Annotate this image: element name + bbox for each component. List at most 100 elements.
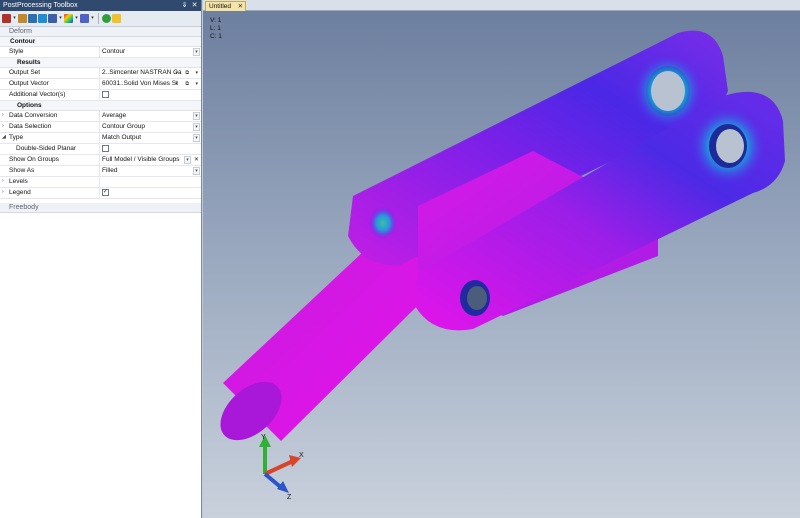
axis-z-label: Z [287, 494, 292, 501]
type-select[interactable]: Match Output ▾ [100, 133, 201, 143]
fe-model-contour-plot[interactable]: Y X Z [203, 11, 800, 518]
magic-wand-icon[interactable] [112, 14, 121, 23]
options-group-header[interactable]: Options [0, 101, 201, 111]
freebody-section[interactable]: Freebody [0, 203, 201, 213]
tab-label: Untitled [209, 3, 232, 10]
chevron-down-icon[interactable]: ▾ [195, 69, 198, 77]
chevron-down-icon[interactable]: ▾ [74, 14, 79, 23]
chevron-down-icon[interactable]: ▾ [193, 167, 200, 175]
style-row: Style Contour ▾ [0, 47, 201, 58]
chevron-down-icon[interactable]: ▾ [193, 48, 200, 56]
chevron-down-icon[interactable]: ▾ [184, 156, 191, 164]
stress-hotspot [369, 207, 397, 239]
dropdown-arrow-icon[interactable]: ▾ [175, 80, 178, 88]
contour-icon[interactable] [64, 14, 73, 23]
axis-x-label: X [299, 452, 304, 459]
double-sided-planar-checkbox[interactable] [102, 145, 109, 152]
chevron-down-icon[interactable]: ▾ [193, 112, 200, 120]
legend-row: › Legend ✓ [0, 188, 201, 199]
model-icon[interactable] [18, 14, 27, 23]
graphics-viewport[interactable]: V: 1 L: 1 C: 1 Y X Z [203, 11, 800, 518]
style-label: Style [0, 47, 100, 57]
chevron-down-icon[interactable]: ▾ [58, 14, 63, 23]
show-as-label: Show As [0, 166, 100, 176]
pin-icon[interactable]: ⇓ [180, 0, 189, 11]
chevron-down-icon[interactable]: ▾ [90, 14, 95, 23]
browse-icon[interactable]: ⧉ [185, 80, 189, 88]
show-as-value: Filled [102, 167, 118, 174]
expand-icon[interactable]: › [2, 112, 4, 118]
toolbox-toolbar: ▾ ▾ ▾ ▾ [0, 11, 201, 27]
type-row: ◢ Type Match Output ▾ [0, 133, 201, 144]
browse-icon[interactable]: ⧉ [185, 69, 189, 77]
close-icon[interactable]: ✕ [190, 0, 199, 11]
dropdown-arrow-icon[interactable]: ▾ [175, 69, 178, 77]
levels-row[interactable]: › Levels [0, 177, 201, 188]
output-vector-select[interactable]: 60031..Solid Von Mises St ▾ ⧉ ▾ [100, 79, 201, 89]
output-set-select[interactable]: 2..Simcenter NASTRAN Ca ▾ ⧉ ▾ [100, 68, 201, 78]
chevron-down-icon[interactable]: ▾ [193, 123, 200, 131]
output-vector-label: Output Vector [0, 79, 100, 89]
type-label: Type [0, 133, 100, 143]
expand-icon[interactable]: › [2, 189, 4, 195]
output-vector-value: 60031..Solid Von Mises St [102, 80, 178, 87]
show-as-select[interactable]: Filled ▾ [100, 166, 201, 176]
chevron-down-icon[interactable]: ▾ [195, 80, 198, 88]
data-conversion-value: Average [102, 112, 127, 119]
close-tab-icon[interactable]: ✕ [238, 2, 243, 11]
tab-untitled[interactable]: Untitled ✕ [205, 1, 247, 11]
deform-icon[interactable] [28, 14, 37, 23]
show-as-row: Show As Filled ▾ [0, 166, 201, 177]
show-on-groups-label: Show On Groups [0, 155, 100, 165]
double-sided-planar-row: Double-Sided Planar [0, 144, 201, 155]
collapse-icon[interactable]: ◢ [2, 134, 6, 140]
expand-icon[interactable]: › [2, 123, 4, 129]
output-set-label: Output Set [0, 68, 100, 78]
additional-vectors-label: Additional Vector(s) [0, 90, 100, 100]
postprocessing-toolbox: PostProcessing Toolbox ⇓ ✕ ▾ ▾ ▾ ▾ Defor… [0, 0, 202, 518]
pin-hole-inner [467, 286, 487, 310]
view-icon[interactable] [80, 14, 89, 23]
show-on-groups-row: Show On Groups Full Model / Visible Grou… [0, 155, 201, 166]
axis-triad: Y X Z [259, 434, 304, 501]
data-selection-row: › Data Selection Contour Group ▾ [0, 122, 201, 133]
expand-icon[interactable]: › [2, 178, 4, 184]
additional-vectors-row: Additional Vector(s) [0, 90, 201, 101]
freebody-icon[interactable] [48, 14, 57, 23]
refresh-icon[interactable] [102, 14, 111, 23]
toolbar-separator [98, 13, 99, 24]
animate-icon[interactable] [38, 14, 47, 23]
output-set-value: 2..Simcenter NASTRAN Ca [102, 69, 182, 76]
toolbox-title-bar: PostProcessing Toolbox ⇓ ✕ [0, 0, 201, 11]
levels-label: Levels [0, 177, 100, 187]
data-selection-value: Contour Group [102, 123, 145, 130]
data-selection-select[interactable]: Contour Group ▾ [100, 122, 201, 132]
output-vector-row: Output Vector 60031..Solid Von Mises St … [0, 79, 201, 90]
clear-icon[interactable]: ✕ [193, 156, 200, 164]
data-conversion-select[interactable]: Average ▾ [100, 111, 201, 121]
data-conversion-label: Data Conversion [0, 111, 100, 121]
type-value: Match Output [102, 134, 142, 141]
axis-y-label: Y [261, 434, 266, 441]
front-arm-hole-through [716, 129, 744, 163]
toolbox-title: PostProcessing Toolbox [3, 2, 78, 9]
style-select[interactable]: Contour ▾ [100, 47, 201, 57]
chevron-down-icon[interactable]: ▾ [193, 134, 200, 142]
legend-checkbox[interactable]: ✓ [102, 189, 109, 196]
chevron-down-icon[interactable]: ▾ [12, 14, 17, 23]
style-value: Contour [102, 48, 126, 55]
data-selection-label: Data Selection [0, 122, 100, 132]
additional-vectors-checkbox[interactable] [102, 91, 109, 98]
toolbox-menu-icon[interactable] [2, 14, 11, 23]
show-on-groups-select[interactable]: Full Model / Visible Groups ▾ ✕ [100, 155, 201, 165]
output-set-row: Output Set 2..Simcenter NASTRAN Ca ▾ ⧉ ▾ [0, 68, 201, 79]
document-tab-bar: Untitled ✕ [203, 0, 800, 11]
back-arm-hole-through [651, 71, 685, 111]
legend-label: Legend [0, 188, 100, 198]
deform-section[interactable]: Deform [0, 27, 201, 37]
data-conversion-row: › Data Conversion Average ▾ [0, 111, 201, 122]
results-group-header[interactable]: Results [0, 58, 201, 68]
show-on-groups-value: Full Model / Visible Groups [102, 156, 180, 163]
double-sided-planar-label: Double-Sided Planar [0, 144, 100, 154]
contour-group-header[interactable]: Contour [0, 37, 201, 47]
